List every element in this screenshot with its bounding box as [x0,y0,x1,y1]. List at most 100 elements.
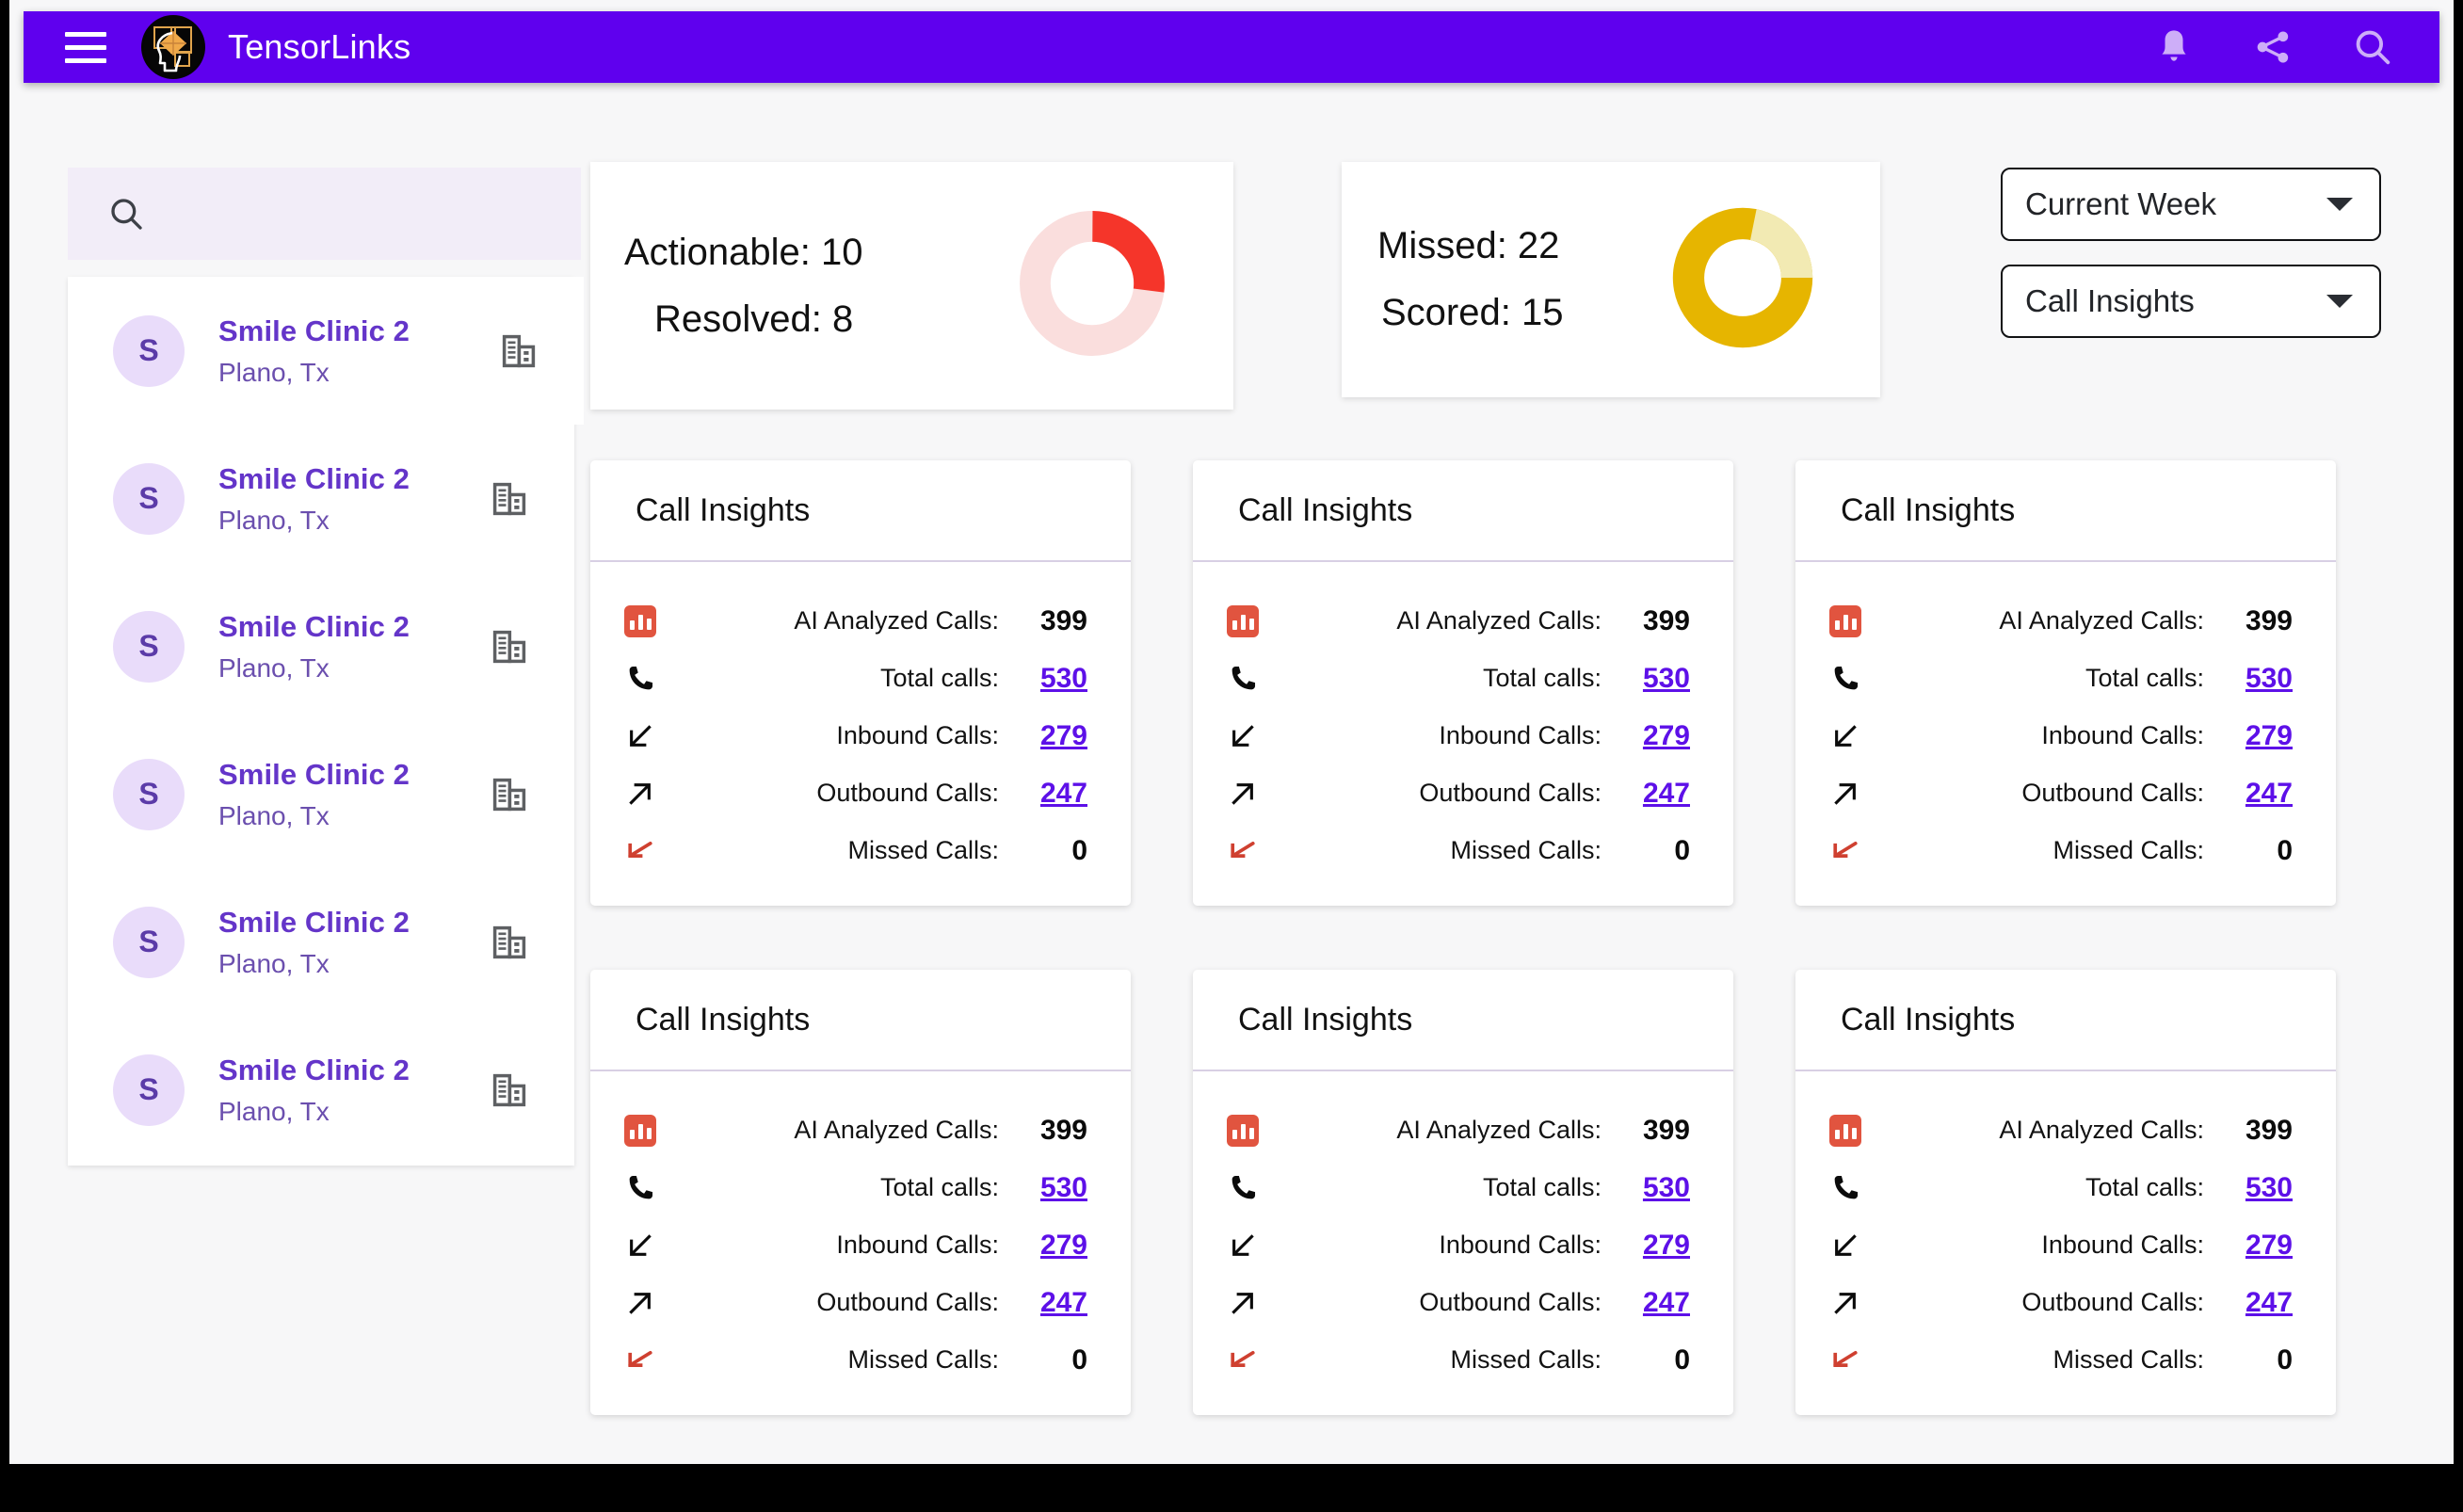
insight-row-label: Total calls: [1873,1173,2225,1202]
ai-bar-chart-icon [624,1115,656,1147]
building-icon-button[interactable] [490,923,529,962]
insight-row-value[interactable]: 530 [1020,1172,1087,1204]
scored-count: Scored: 15 [1381,292,1563,334]
brand-title: TensorLinks [228,27,410,67]
insight-row-value[interactable]: 530 [1622,663,1690,695]
search-icon[interactable] [2353,27,2392,67]
clinic-list-item[interactable]: SSmile Clinic 2Plano, Tx [68,277,584,425]
insight-row: Outbound Calls:247 [624,1274,1087,1331]
clinic-list-item[interactable]: S Smile Clinic 2Plano, Tx [68,1016,574,1164]
building-icon [490,923,529,962]
insight-row: Inbound Calls:279 [1829,707,2293,764]
insight-row-value[interactable]: 247 [1020,1287,1087,1319]
insight-row-label: Missed Calls: [668,1345,1020,1375]
call-insights-card: Call InsightsAI Analyzed Calls:399Total … [1795,460,2336,906]
insight-row-value[interactable]: 279 [1020,1230,1087,1262]
insight-row: Missed Calls:0 [1829,1331,2293,1389]
phone-icon-wrap [1829,663,1873,695]
avatar: S [113,1054,185,1126]
card-title: Call Insights [1841,492,2015,529]
bell-icon[interactable] [2155,26,2193,68]
apps-grid-icon[interactable] [2059,29,2095,65]
insight-row-value[interactable]: 530 [1622,1172,1690,1204]
clinic-list-item[interactable]: SSmile Clinic 2Plano, Tx [68,572,574,720]
call-missed-icon-wrap [624,1344,668,1376]
call-made-icon-wrap [1227,1287,1270,1319]
call-made-icon-wrap [624,778,668,810]
call-missed-icon-wrap [1227,835,1270,867]
insight-row-value[interactable]: 247 [2225,778,2293,810]
clinic-location: Plano, Tx [218,358,410,388]
insight-row: Inbound Calls:279 [624,1216,1087,1274]
card-header: Call Insights [1193,970,1733,1071]
clinic-search-input[interactable] [68,168,581,260]
building-icon-button[interactable] [490,1070,529,1110]
insight-row-label: Missed Calls: [668,836,1020,865]
insight-row-value: 0 [1622,1344,1690,1376]
call-made-icon [1227,778,1259,810]
report-dropdown[interactable]: Call Insights [2001,265,2381,338]
insight-row-value[interactable]: 279 [1622,1230,1690,1262]
ai-bar-chart-icon-wrap [1829,605,1873,637]
share-icon[interactable] [2253,28,2293,66]
call-insights-card: Call InsightsAI Analyzed Calls:399Total … [1193,970,1733,1415]
clinic-location: Plano, Tx [218,506,410,536]
insight-row: AI Analyzed Calls:399 [624,1102,1087,1159]
insight-row-value[interactable]: 530 [2225,1172,2293,1204]
insight-row-label: Inbound Calls: [1270,1231,1622,1260]
avatar: S [113,759,185,830]
clinic-location: Plano, Tx [218,653,410,684]
sidebar: SSmile Clinic 2Plano, TxSSmile Clinic 2P… [68,168,586,1166]
card-body: AI Analyzed Calls:399Total calls:530Inbo… [590,1071,1131,1389]
insight-row-value[interactable]: 279 [1020,720,1087,752]
hamburger-menu-icon[interactable] [56,26,115,68]
call-made-icon-wrap [624,1287,668,1319]
insight-row-value[interactable]: 247 [2225,1287,2293,1319]
building-icon-button[interactable] [490,479,529,519]
insight-row-value[interactable]: 247 [1622,778,1690,810]
call-missed-icon [1829,835,1861,867]
insight-row-value[interactable]: 279 [2225,720,2293,752]
insight-row-value[interactable]: 279 [2225,1230,2293,1262]
actionable-count: Actionable: 10 [624,232,863,274]
insight-row: Inbound Calls:279 [1227,1216,1690,1274]
clinic-info: Smile Clinic 2Plano, Tx [218,610,410,684]
insight-row-value[interactable]: 530 [1020,663,1087,695]
ai-bar-chart-icon [1227,1115,1259,1147]
insight-row: Outbound Calls:247 [624,764,1087,822]
call-missed-icon-wrap [1829,1344,1873,1376]
insight-row-label: Missed Calls: [1873,836,2225,865]
card-body: AI Analyzed Calls:399Total calls:530Inbo… [1193,1071,1733,1389]
insight-row-value[interactable]: 247 [1622,1287,1690,1319]
insight-row-value[interactable]: 279 [1622,720,1690,752]
phone-icon [624,1172,656,1204]
insight-row-value: 399 [1622,1115,1690,1147]
call-missed-icon-wrap [1227,1344,1270,1376]
call-made-icon [624,1287,656,1319]
building-icon-button[interactable] [490,627,529,667]
insight-row-value: 0 [1622,835,1690,867]
clinic-list-item[interactable]: SSmile Clinic 2Plano, Tx [68,425,574,572]
insight-row-label: Inbound Calls: [1270,721,1622,750]
insight-row-label: Missed Calls: [1270,1345,1622,1375]
insight-row: Total calls:530 [1829,1159,2293,1216]
building-icon-button[interactable] [499,331,539,371]
insight-row-value: 0 [1020,835,1087,867]
clinic-location: Plano, Tx [218,949,410,979]
clinic-list-item[interactable]: SSmile Clinic 2Plano, Tx [68,720,574,868]
clinic-info: Smile Clinic 2Plano, Tx [218,1054,410,1127]
insight-row-label: AI Analyzed Calls: [1873,606,2225,635]
building-icon-button[interactable] [490,775,529,814]
call-insights-card: Call InsightsAI Analyzed Calls:399Total … [590,460,1131,906]
ai-bar-chart-icon-wrap [624,605,668,637]
insight-row: Missed Calls:0 [1227,1331,1690,1389]
insight-row-value[interactable]: 247 [1020,778,1087,810]
clinic-list-item[interactable]: SSmile Clinic 2Plano, Tx [68,868,574,1016]
period-dropdown[interactable]: Current Week [2001,168,2381,241]
clinic-name: Smile Clinic 2 [218,758,410,792]
clinic-location: Plano, Tx [218,1097,410,1127]
report-dropdown-label: Call Insights [2025,283,2195,319]
insight-row-value[interactable]: 530 [2225,663,2293,695]
card-body: AI Analyzed Calls:399Total calls:530Inbo… [1193,562,1733,879]
app-viewport: TensorLinks [9,0,2454,1464]
